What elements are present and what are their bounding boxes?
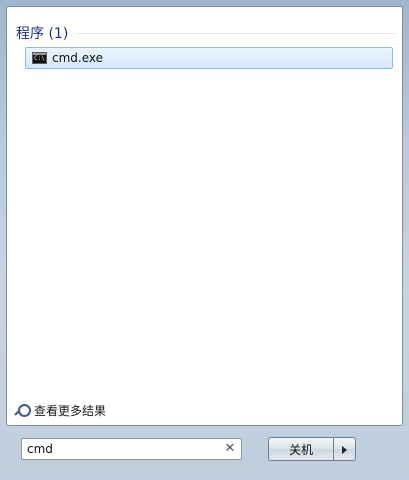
clear-icon[interactable]: ✕: [222, 441, 238, 457]
chevron-right-icon: [342, 446, 347, 454]
programs-section-header: 程序 (1): [16, 23, 396, 43]
magnifier-icon: [15, 403, 31, 418]
shutdown-options-button[interactable]: [334, 437, 356, 461]
search-input[interactable]: [22, 439, 222, 459]
command-prompt-icon: [32, 52, 47, 64]
power-controls: 关机: [268, 437, 356, 461]
start-menu-results-panel: 程序 (1) cmd.exe: [6, 6, 403, 426]
programs-section-title: 程序 (1): [16, 26, 69, 42]
section-divider: [76, 32, 396, 34]
result-item-label: cmd.exe: [52, 51, 104, 65]
result-item-cmd[interactable]: cmd.exe: [25, 47, 393, 69]
shutdown-button[interactable]: 关机: [268, 437, 334, 461]
search-box[interactable]: ✕: [21, 438, 242, 460]
see-more-results-link[interactable]: 查看更多结果: [15, 402, 106, 419]
see-more-results-label: 查看更多结果: [34, 404, 107, 418]
